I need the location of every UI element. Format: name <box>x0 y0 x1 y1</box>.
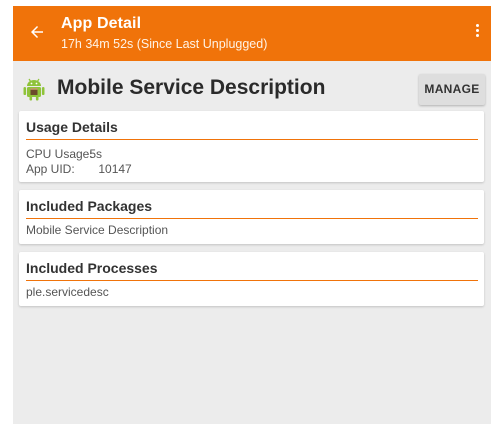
arrow-back-icon <box>31 26 43 38</box>
cpu-usage-value: 5s <box>89 147 103 161</box>
back-button[interactable] <box>25 20 49 44</box>
card-title: Included Packages <box>26 198 153 214</box>
app-uid-value: 10147 <box>98 162 132 176</box>
more-vert-icon[interactable] <box>473 22 481 44</box>
android-icon <box>23 78 45 101</box>
app-bar: App Detail 17h 34m 52s (Since Last Unplu… <box>13 6 491 61</box>
included-packages-card: Included Packages Mobile Service Descrip… <box>19 190 484 244</box>
app-name: Mobile Service Description <box>57 76 326 99</box>
app-uid-label: App UID: <box>26 162 75 176</box>
cpu-usage-row: CPU Usage: 5s <box>26 147 102 161</box>
card-title: Included Processes <box>26 260 158 276</box>
card-title: Usage Details <box>26 119 118 135</box>
package-item: Mobile Service Description <box>26 223 169 237</box>
appbar-title: App Detail <box>61 15 142 32</box>
manage-button[interactable]: MANAGE <box>419 74 485 105</box>
app-header: Mobile Service Description MANAGE <box>13 61 491 111</box>
card-divider <box>26 218 478 219</box>
card-divider <box>26 139 478 140</box>
process-item: ple.servicedesc <box>26 285 109 299</box>
appbar-subtitle: 17h 34m 52s (Since Last Unplugged) <box>61 37 268 51</box>
usage-details-card: Usage Details CPU Usage: 5s App UID: 101… <box>19 111 484 182</box>
card-divider <box>26 280 478 281</box>
included-processes-card: Included Processes ple.servicedesc <box>19 252 484 306</box>
app-screen: App Detail 17h 34m 52s (Since Last Unplu… <box>13 6 491 424</box>
cpu-usage-label: CPU Usage: <box>26 147 93 161</box>
app-uid-row: App UID: 10147 <box>26 162 132 176</box>
